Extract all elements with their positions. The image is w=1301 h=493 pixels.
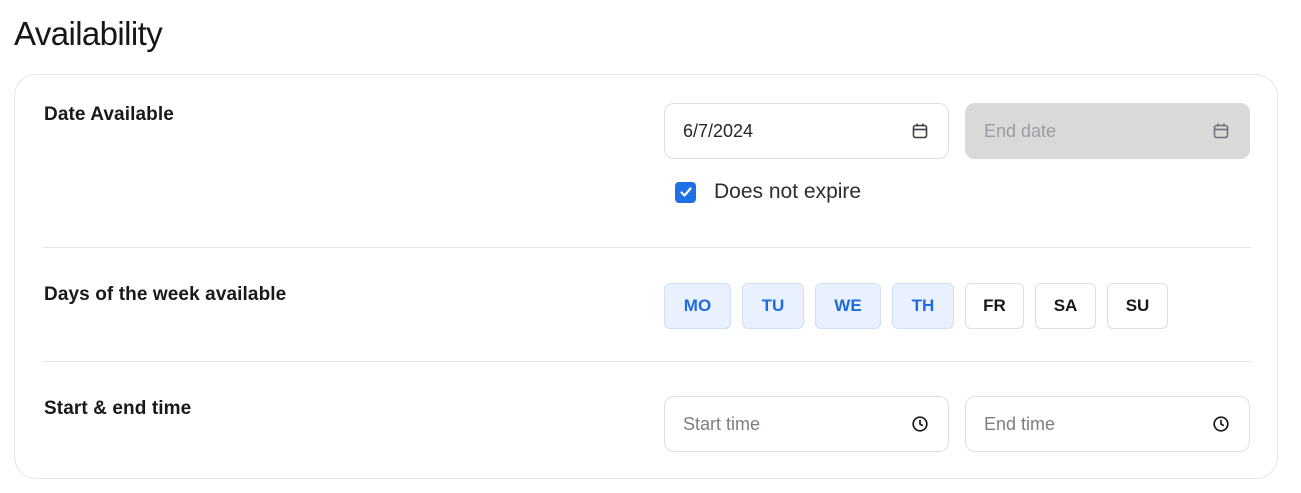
- start-time-placeholder: Start time: [683, 413, 761, 434]
- clock-icon[interactable]: [1211, 414, 1231, 434]
- day-toggle-th[interactable]: TH: [892, 283, 954, 329]
- availability-card: Date Available 6/7/2024 End date Does no…: [14, 74, 1278, 479]
- day-toggle-su[interactable]: SU: [1107, 283, 1168, 329]
- start-date-field[interactable]: 6/7/2024: [664, 103, 949, 159]
- calendar-icon[interactable]: [1211, 121, 1231, 141]
- does-not-expire-option[interactable]: Does not expire: [675, 180, 861, 204]
- days-of-week-label: Days of the week available: [44, 284, 287, 305]
- day-toggle-fr[interactable]: FR: [965, 283, 1024, 329]
- date-available-label: Date Available: [44, 104, 174, 125]
- end-time-placeholder: End time: [984, 413, 1056, 434]
- does-not-expire-checkbox[interactable]: [675, 181, 696, 203]
- check-icon: [679, 187, 692, 197]
- does-not-expire-label[interactable]: Does not expire: [714, 180, 861, 204]
- day-toggle-mo[interactable]: MO: [664, 283, 731, 329]
- start-time-field[interactable]: Start time: [664, 396, 949, 452]
- divider: [43, 247, 1251, 248]
- day-toggle-we[interactable]: WE: [815, 283, 881, 329]
- end-date-field[interactable]: End date: [965, 103, 1250, 159]
- day-toggle-sa[interactable]: SA: [1035, 283, 1096, 329]
- start-end-time-label: Start & end time: [44, 398, 192, 419]
- day-toggle-tu[interactable]: TU: [742, 283, 804, 329]
- clock-icon[interactable]: [910, 414, 930, 434]
- page-title: Availability: [14, 15, 163, 52]
- day-selector: MO TU WE TH FR SA SU: [664, 283, 1179, 329]
- end-date-placeholder: End date: [984, 120, 1057, 141]
- start-date-value: 6/7/2024: [683, 120, 754, 141]
- end-time-field[interactable]: End time: [965, 396, 1250, 452]
- divider: [43, 361, 1251, 362]
- calendar-icon[interactable]: [910, 121, 930, 141]
